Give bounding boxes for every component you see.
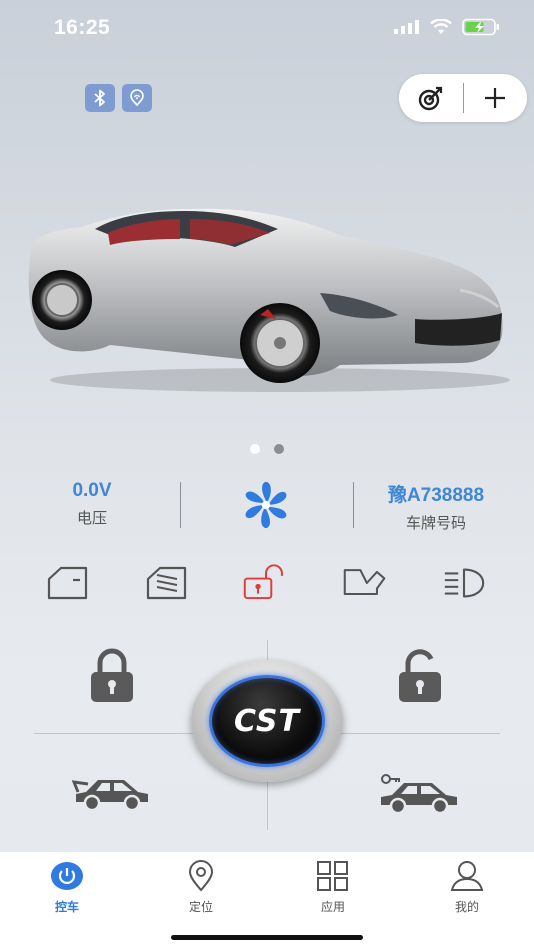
target-icon <box>418 86 442 111</box>
bluetooth-icon <box>94 89 105 107</box>
plate-block: 豫A738888 车牌号码 <box>362 480 510 533</box>
plate-value: 豫A738888 <box>387 485 485 506</box>
car-image <box>28 208 510 392</box>
carousel-dot-1[interactable] <box>250 444 260 454</box>
bluetooth-badge[interactable] <box>85 84 115 112</box>
carousel-indicator <box>0 444 534 454</box>
plus-icon <box>485 88 506 108</box>
headlight-icon <box>444 568 485 598</box>
window-status[interactable] <box>144 562 190 604</box>
cellular-signal-icon <box>394 20 419 34</box>
battery-charging-icon <box>462 18 499 36</box>
fan-button[interactable] <box>238 480 294 530</box>
cst-start-button[interactable]: CST <box>191 660 343 782</box>
carousel-dot-2[interactable] <box>274 444 284 454</box>
trunk-status[interactable] <box>342 562 388 604</box>
power-icon <box>51 862 83 890</box>
top-action-pill <box>399 74 527 122</box>
location-signal-icon <box>130 89 144 107</box>
wifi-icon <box>430 19 452 34</box>
user-icon <box>450 861 484 891</box>
tab-control-label: 控车 <box>54 900 79 914</box>
info-divider-right <box>353 482 354 528</box>
home-indicator <box>171 935 363 940</box>
tab-location-label: 定位 <box>188 900 213 914</box>
tab-apps-label: 应用 <box>320 900 345 914</box>
tab-profile-label: 我的 <box>454 900 479 914</box>
unlock-status-icon <box>243 564 283 600</box>
vehicle-status-row <box>0 562 534 606</box>
tab-control[interactable]: 控车 <box>27 860 107 915</box>
add-button[interactable] <box>464 74 528 122</box>
headlight-status[interactable] <box>441 562 487 604</box>
plate-label: 车牌号码 <box>405 515 466 532</box>
location-badge[interactable] <box>122 84 152 112</box>
grid-icon <box>317 861 348 891</box>
status-time: 16:25 <box>54 16 111 39</box>
fan-icon <box>245 481 287 529</box>
info-divider-left <box>180 482 181 528</box>
cst-button-face: CST <box>209 675 325 767</box>
connection-badges <box>85 84 152 112</box>
lock-status[interactable] <box>243 562 289 604</box>
unlock-icon <box>399 649 441 702</box>
tab-apps[interactable]: 应用 <box>293 860 373 915</box>
status-bar: 16:25 <box>0 0 534 58</box>
voltage-value: 0.0V <box>72 480 112 501</box>
window-icon <box>146 566 187 600</box>
trunk-button[interactable] <box>70 770 154 816</box>
trunk-icon <box>343 569 386 596</box>
car-trunk-icon <box>72 780 148 812</box>
target-button[interactable] <box>399 74 463 122</box>
find-car-button[interactable] <box>376 768 462 818</box>
tab-profile[interactable]: 我的 <box>427 860 507 915</box>
voltage-label: 电压 <box>76 510 107 527</box>
status-icons <box>394 18 500 36</box>
lock-icon <box>91 648 133 702</box>
door-status[interactable] <box>45 562 91 604</box>
map-pin-icon <box>188 860 214 892</box>
cst-label: CST <box>233 703 301 739</box>
tab-location[interactable]: 定位 <box>161 860 241 915</box>
voltage-block: 0.0V 电压 <box>50 480 134 528</box>
car-key-icon <box>381 774 457 815</box>
door-icon <box>47 566 88 600</box>
lock-button[interactable] <box>80 645 144 707</box>
unlock-button[interactable] <box>388 645 452 707</box>
